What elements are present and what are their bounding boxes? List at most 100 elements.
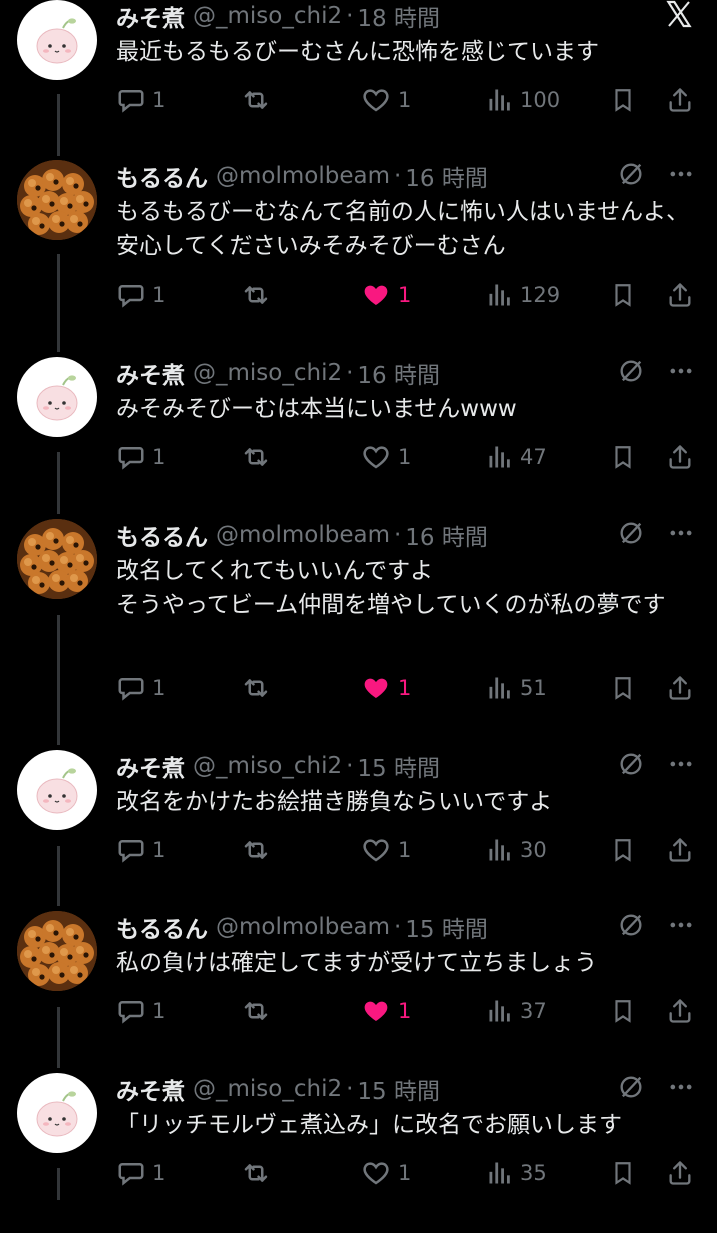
bookmark-button[interactable] xyxy=(610,440,636,474)
handle[interactable]: @_miso_chi2 xyxy=(193,360,342,386)
grok-icon[interactable] xyxy=(617,750,645,782)
reply-count: 1 xyxy=(152,283,166,307)
display-name[interactable]: みそ煮 xyxy=(116,1072,185,1106)
timestamp[interactable]: 16 時間 xyxy=(357,356,440,390)
reply-button[interactable]: 1 xyxy=(116,83,165,117)
grok-icon[interactable] xyxy=(617,357,645,389)
repost-button[interactable] xyxy=(240,278,278,312)
reply-button[interactable]: 1 xyxy=(116,994,165,1028)
reply-button[interactable]: 1 xyxy=(116,671,165,705)
bookmark-button[interactable] xyxy=(610,833,636,867)
share-button[interactable] xyxy=(666,671,694,705)
avatar[interactable] xyxy=(17,357,97,437)
reply-icon xyxy=(116,835,146,865)
like-count: 1 xyxy=(398,1161,412,1185)
tweet[interactable]: みそ煮 @_miso_chi2 · 15 時間 「リッチモルヴェ煮込み」に改名でお願いし… xyxy=(0,1073,717,1233)
avatar[interactable] xyxy=(17,911,97,991)
display-name[interactable]: もるるん xyxy=(116,910,208,944)
timestamp[interactable]: 15 時間 xyxy=(357,749,440,783)
more-options-icon[interactable] xyxy=(667,357,695,389)
repost-button[interactable] xyxy=(240,671,278,705)
timestamp[interactable]: 15 時間 xyxy=(357,1072,440,1106)
share-button[interactable] xyxy=(666,994,694,1028)
grok-icon[interactable] xyxy=(617,519,645,551)
tweet[interactable]: みそ煮 @_miso_chi2 · 18 時間 最近もるもるびーむさんに恐怖を感じていま… xyxy=(0,0,717,160)
avatar[interactable] xyxy=(17,750,97,830)
avatar[interactable] xyxy=(17,160,97,240)
tweet[interactable]: もるるん @molmolbeam · 16 時間 改名してくれてもいいんですよ そうやっ… xyxy=(0,518,717,701)
avatar[interactable] xyxy=(17,1073,97,1153)
views-button[interactable]: 37 xyxy=(486,994,547,1028)
views-button[interactable]: 100 xyxy=(486,83,560,117)
share-icon xyxy=(666,835,694,865)
bookmark-button[interactable] xyxy=(610,278,636,312)
display-name[interactable]: もるるん xyxy=(116,159,208,193)
more-options-icon[interactable] xyxy=(667,1073,695,1105)
like-button[interactable]: 1 xyxy=(360,83,411,117)
repost-button[interactable] xyxy=(240,833,278,867)
like-button[interactable]: 1 xyxy=(360,1156,411,1190)
more-options-icon[interactable] xyxy=(667,160,695,192)
handle[interactable]: @_miso_chi2 xyxy=(193,1076,342,1102)
avatar[interactable] xyxy=(17,0,97,80)
display-name[interactable]: みそ煮 xyxy=(116,356,185,390)
repost-button[interactable] xyxy=(240,83,278,117)
reply-button[interactable]: 1 xyxy=(116,1156,165,1190)
like-button[interactable]: 1 xyxy=(360,440,411,474)
bookmark-button[interactable] xyxy=(610,1156,636,1190)
handle[interactable]: @molmolbeam xyxy=(216,914,390,940)
more-options-icon[interactable] xyxy=(667,911,695,943)
views-button[interactable]: 129 xyxy=(486,278,560,312)
bookmark-button[interactable] xyxy=(610,671,636,705)
x-logo-icon xyxy=(663,0,695,34)
tweet[interactable]: みそ煮 @_miso_chi2 · 15 時間 改名をかけたお絵描き勝負ならいいですよ 1… xyxy=(0,750,717,910)
timestamp[interactable]: 18 時間 xyxy=(357,0,440,33)
share-button[interactable] xyxy=(666,440,694,474)
views-button[interactable]: 47 xyxy=(486,440,547,474)
reply-button[interactable]: 1 xyxy=(116,833,165,867)
tweet-text: もるもるびーむなんて名前の人に怖い人はいませんよ、安心してくださいみそみそびーむ… xyxy=(116,199,690,259)
grok-icon[interactable] xyxy=(617,160,645,192)
views-button[interactable]: 30 xyxy=(486,833,547,867)
share-button[interactable] xyxy=(666,278,694,312)
tweet-text: 最近もるもるびーむさんに恐怖を感じています xyxy=(116,39,599,65)
tweet[interactable]: もるるん @molmolbeam · 16 時間 もるもるびーむなんて名前の人に怖い人は… xyxy=(0,160,717,320)
like-button[interactable]: 1 xyxy=(360,278,411,312)
display-name[interactable]: もるるん xyxy=(116,518,208,552)
share-button[interactable] xyxy=(666,83,694,117)
grok-icon[interactable] xyxy=(617,1073,645,1105)
more-options-icon[interactable] xyxy=(667,750,695,782)
separator-dot: · xyxy=(346,753,354,779)
like-button[interactable]: 1 xyxy=(360,994,411,1028)
handle[interactable]: @molmolbeam xyxy=(216,522,390,548)
handle[interactable]: @molmolbeam xyxy=(216,163,390,189)
like-button[interactable]: 1 xyxy=(360,833,411,867)
timestamp[interactable]: 15 時間 xyxy=(405,910,488,944)
tweet[interactable]: もるるん @molmolbeam · 15 時間 私の負けは確定してますが受けて立ちまし… xyxy=(0,911,717,1071)
views-icon xyxy=(486,673,514,703)
more-options-icon[interactable] xyxy=(667,519,695,551)
reply-button[interactable]: 1 xyxy=(116,278,165,312)
handle[interactable]: @_miso_chi2 xyxy=(193,3,342,29)
reply-icon xyxy=(116,280,146,310)
bookmark-button[interactable] xyxy=(610,83,636,117)
timestamp[interactable]: 16 時間 xyxy=(405,159,488,193)
handle[interactable]: @_miso_chi2 xyxy=(193,753,342,779)
bookmark-button[interactable] xyxy=(610,994,636,1028)
views-button[interactable]: 35 xyxy=(486,1156,547,1190)
grok-icon[interactable] xyxy=(617,911,645,943)
timestamp[interactable]: 16 時間 xyxy=(405,518,488,552)
views-button[interactable]: 51 xyxy=(486,671,547,705)
display-name[interactable]: みそ煮 xyxy=(116,0,185,33)
share-button[interactable] xyxy=(666,1156,694,1190)
reply-button[interactable]: 1 xyxy=(116,440,165,474)
like-button[interactable]: 1 xyxy=(360,671,411,705)
repost-button[interactable] xyxy=(240,994,278,1028)
view-count: 129 xyxy=(520,283,561,307)
repost-button[interactable] xyxy=(240,440,278,474)
display-name[interactable]: みそ煮 xyxy=(116,749,185,783)
repost-button[interactable] xyxy=(240,1156,278,1190)
avatar[interactable] xyxy=(17,519,97,599)
tweet[interactable]: みそ煮 @_miso_chi2 · 16 時間 みそみそびーむは本当にいませんwww 1 1… xyxy=(0,357,717,517)
share-button[interactable] xyxy=(666,833,694,867)
